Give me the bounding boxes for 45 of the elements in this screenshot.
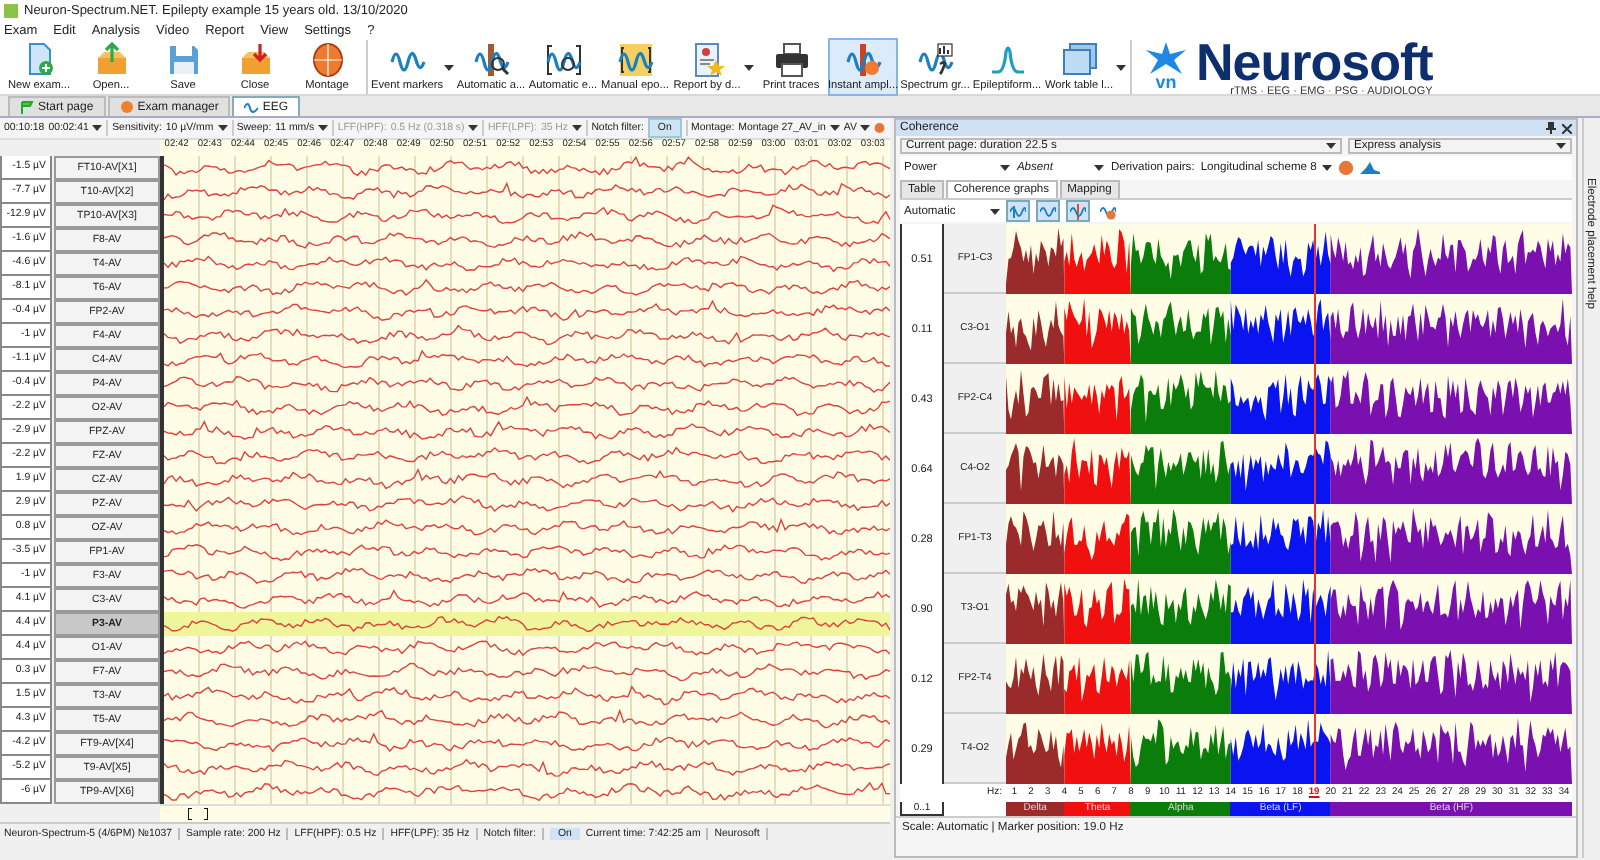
app-icon	[4, 4, 18, 18]
close-icon[interactable]	[1562, 123, 1573, 133]
box-arrow-icon	[237, 42, 273, 78]
head-icon[interactable]	[1338, 160, 1355, 176]
wave-frame-icon	[617, 42, 653, 78]
caret-icon	[217, 124, 228, 132]
caret-icon	[92, 124, 103, 132]
tool-button[interactable]	[1006, 200, 1030, 222]
globe-icon	[119, 100, 134, 114]
logo-suffix: vn	[1155, 74, 1177, 92]
wave-icon	[244, 100, 259, 114]
caret-icon	[1556, 142, 1567, 150]
logo-icon	[1144, 42, 1188, 74]
wave-magnifier-icon	[473, 42, 509, 78]
bracket-marks-icon[interactable]	[188, 808, 208, 820]
tool-button[interactable]	[1036, 200, 1060, 222]
head-icon[interactable]	[874, 120, 886, 136]
caret-icon	[318, 124, 329, 132]
wave-head-icon	[845, 42, 881, 78]
wave-icon	[1070, 203, 1086, 219]
wave-icon	[1010, 203, 1026, 219]
caret-icon	[860, 124, 871, 132]
caret-icon	[1326, 142, 1337, 150]
tool-button[interactable]	[1066, 200, 1090, 222]
caret-icon	[744, 63, 754, 71]
wave-head-icon	[1100, 203, 1116, 219]
caret-icon	[468, 124, 479, 132]
document-star-icon	[689, 42, 725, 78]
caret-icon	[990, 207, 1000, 215]
caret-icon	[829, 124, 840, 132]
flag-icon	[20, 100, 34, 114]
window-icon	[1061, 42, 1097, 78]
box-arrow-icon	[93, 42, 129, 78]
wave-magnifier-icon	[545, 42, 581, 78]
caret-icon	[1116, 63, 1126, 71]
histogram-icon[interactable]	[1360, 162, 1381, 174]
pin-icon[interactable]	[1546, 122, 1557, 134]
wave-icon	[1040, 203, 1056, 219]
caret-icon	[1094, 164, 1105, 172]
caret-icon	[572, 124, 582, 132]
spike-icon	[989, 42, 1025, 78]
caret-icon	[1322, 164, 1333, 172]
caret-icon	[1000, 164, 1011, 172]
caret-icon	[444, 63, 454, 71]
logo-name: Neurosoft	[1196, 37, 1433, 85]
